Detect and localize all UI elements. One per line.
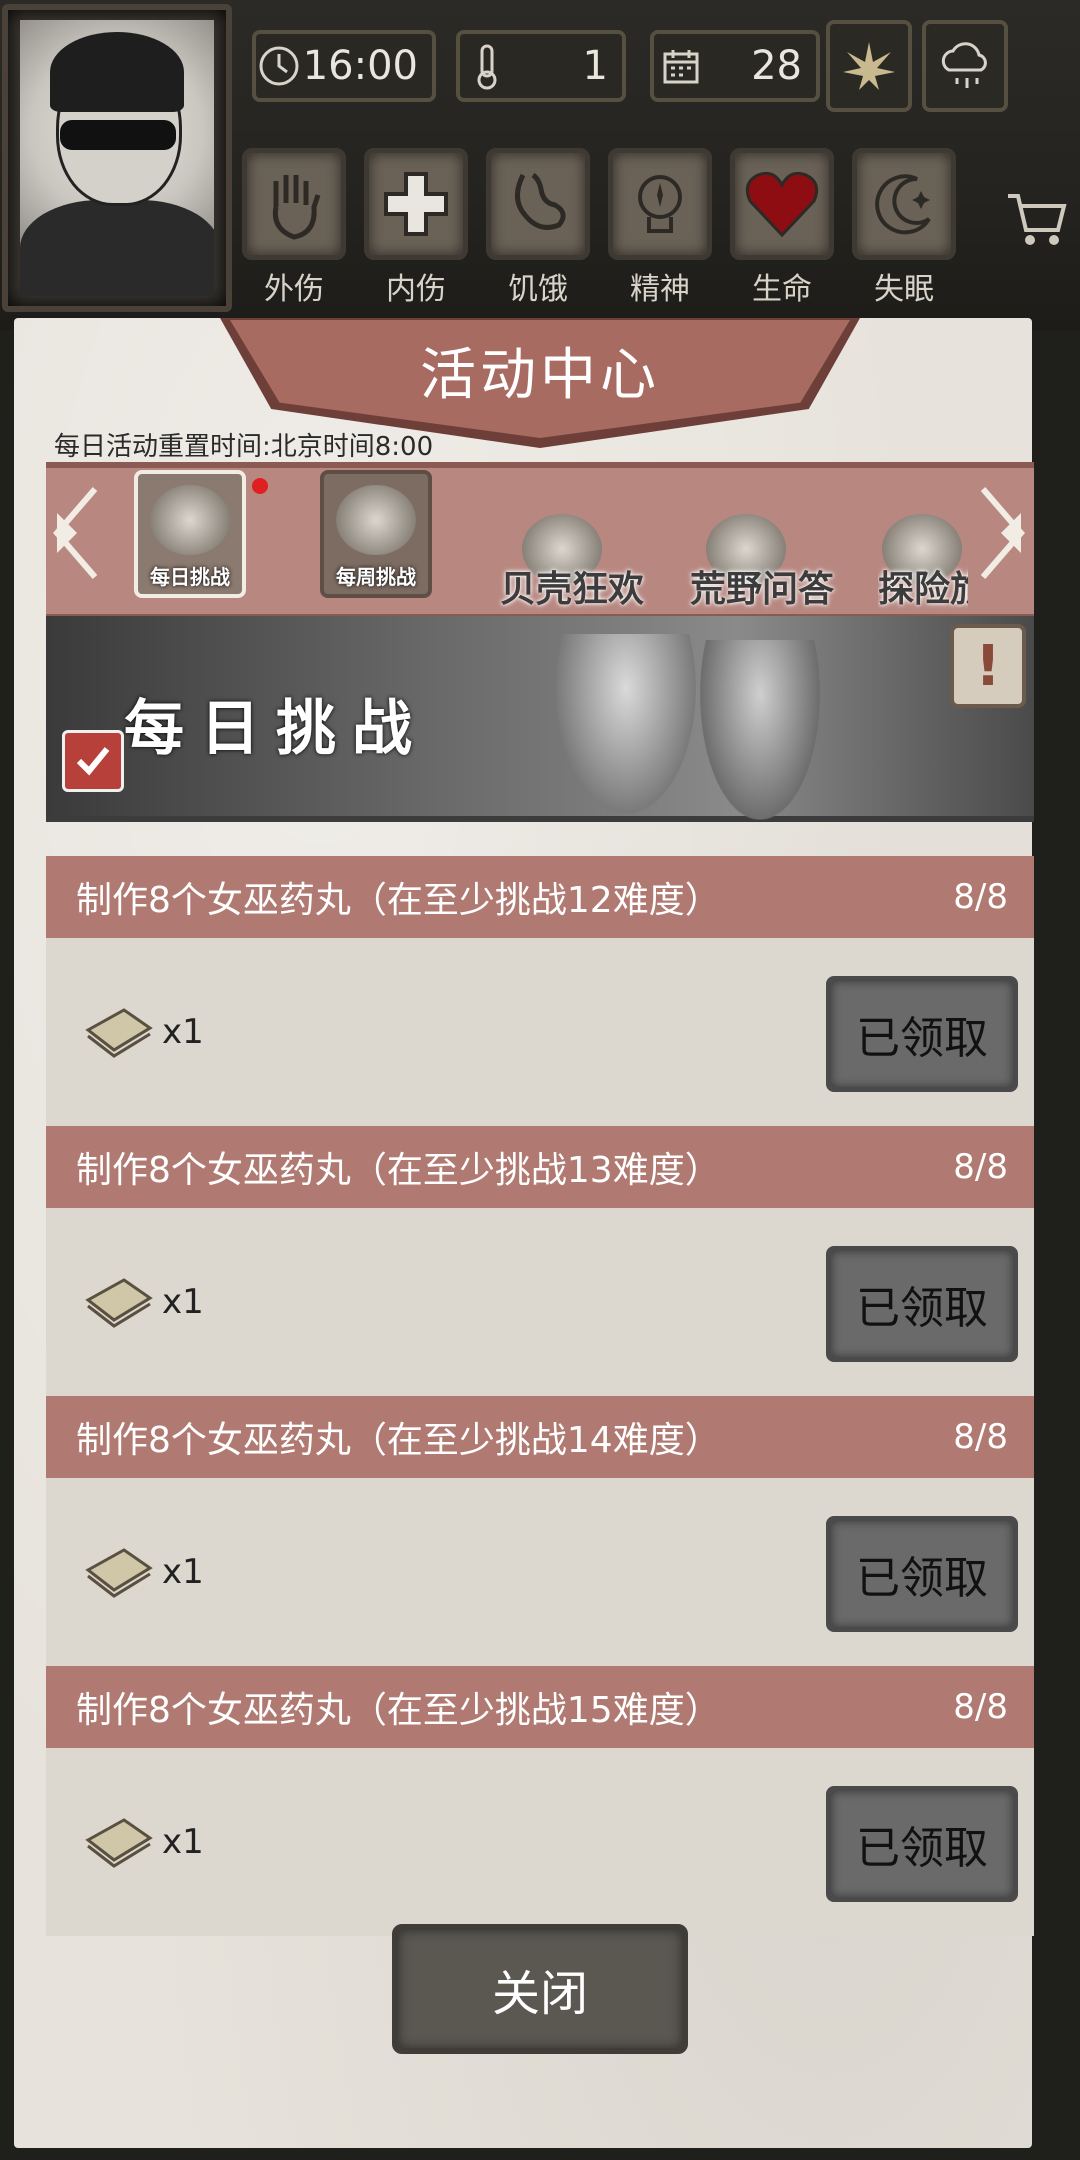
status-label-spirit: 精神 <box>630 272 690 307</box>
claimed-button[interactable]: 已领取 <box>826 1246 1018 1362</box>
leaf-icon <box>843 42 895 90</box>
swords-trophy-icon <box>336 485 416 555</box>
day-value: 28 <box>751 43 802 89</box>
reward-count: x1 <box>162 1552 204 1592</box>
status-label-internal: 内伤 <box>386 272 446 307</box>
clock-icon <box>256 44 303 88</box>
day-display: 28 <box>650 30 820 102</box>
heart-icon <box>745 171 819 238</box>
shop-cart-icon[interactable] <box>1004 190 1068 254</box>
temperature-value: 1 <box>582 43 608 89</box>
status-external-wound[interactable] <box>242 148 346 260</box>
task-header: 制作8个女巫药丸（在至少挑战14难度） 8/8 <box>46 1396 1034 1478</box>
moon-icon <box>875 174 931 235</box>
status-label-life: 生命 <box>752 272 812 307</box>
avatar <box>20 20 214 296</box>
task-title: 制作8个女巫药丸（在至少挑战13难度） <box>76 1150 721 1191</box>
task-header: 制作8个女巫药丸（在至少挑战15难度） 8/8 <box>46 1666 1034 1748</box>
page-title: 活动中心 <box>420 342 660 408</box>
notification-dot <box>252 478 268 494</box>
tab-label: 每日挑战 <box>150 565 230 589</box>
character-illustration-woman <box>700 640 820 820</box>
check-icon <box>76 747 110 776</box>
claimed-button[interactable]: 已领取 <box>826 1786 1018 1902</box>
stomach-icon <box>515 172 566 230</box>
arrow-left-icon <box>53 487 98 579</box>
reward-count: x1 <box>162 1012 204 1052</box>
task-progress: 8/8 <box>953 1687 1008 1727</box>
task-header: 制作8个女巫药丸（在至少挑战13难度） 8/8 <box>46 1126 1034 1208</box>
task-title: 制作8个女巫药丸（在至少挑战14难度） <box>76 1420 721 1461</box>
paper-bundle-icon <box>84 1816 154 1868</box>
task-title: 制作8个女巫药丸（在至少挑战15难度） <box>76 1690 721 1731</box>
task-header: 制作8个女巫药丸（在至少挑战12难度） 8/8 <box>46 856 1034 938</box>
tab-label: 每周挑战 <box>336 565 416 589</box>
thermometer-icon <box>460 42 514 90</box>
status-spirit[interactable] <box>608 148 712 260</box>
paper-bundle-icon <box>84 1006 154 1058</box>
status-label-hunger: 饥饿 <box>508 272 568 307</box>
arrow-right-icon <box>980 487 1025 579</box>
task-progress: 8/8 <box>953 1417 1008 1457</box>
character-portrait[interactable] <box>2 4 232 312</box>
trophy-icon <box>150 485 230 555</box>
info-button[interactable]: ! <box>950 624 1026 708</box>
status-hunger[interactable] <box>486 148 590 260</box>
scroll-right-button[interactable] <box>972 478 1032 588</box>
weather-button[interactable] <box>922 20 1008 112</box>
brain-icon <box>638 175 682 233</box>
banner-title: 每日挑战 <box>124 694 428 764</box>
time-display: 16:00 <box>252 30 436 102</box>
reset-time-note: 每日活动重置时间:北京时间8:00 <box>54 432 434 462</box>
task-progress: 8/8 <box>953 877 1008 917</box>
status-internal-wound[interactable] <box>364 148 468 260</box>
checkmark-checkbox[interactable] <box>62 730 124 792</box>
status-life[interactable] <box>730 148 834 260</box>
temperature-display: 1 <box>456 30 626 102</box>
leaf-button[interactable] <box>826 20 912 112</box>
tab-label-shell: 贝壳狂欢 <box>500 569 645 610</box>
cross-icon <box>384 172 448 236</box>
reward-count: x1 <box>162 1282 204 1322</box>
scroll-left-button[interactable] <box>46 478 106 588</box>
claimed-button[interactable]: 已领取 <box>826 1516 1018 1632</box>
paper-bundle-icon <box>84 1546 154 1598</box>
character-illustration-survivor <box>556 634 696 814</box>
tab-label-quiz: 荒野问答 <box>690 569 835 610</box>
status-label-insomnia: 失眠 <box>874 272 934 307</box>
reward-count: x1 <box>162 1822 204 1862</box>
tab-weekly-challenge[interactable]: 每周挑战 <box>320 470 432 598</box>
status-label-external: 外伤 <box>264 272 324 307</box>
task-progress: 8/8 <box>953 1147 1008 1187</box>
task-title: 制作8个女巫药丸（在至少挑战12难度） <box>76 880 721 921</box>
rain-cloud-icon <box>941 42 987 88</box>
tab-daily-challenge[interactable]: 每日挑战 <box>134 470 246 598</box>
tab-label-adventure: 探险旅 <box>878 569 968 610</box>
time-value: 16:00 <box>302 43 418 89</box>
close-button[interactable]: 关闭 <box>392 1924 688 2054</box>
paper-bundle-icon <box>84 1276 154 1328</box>
calendar-icon <box>654 46 708 86</box>
status-insomnia[interactable] <box>852 148 956 260</box>
claimed-button[interactable]: 已领取 <box>826 976 1018 1092</box>
hand-icon <box>272 175 321 240</box>
